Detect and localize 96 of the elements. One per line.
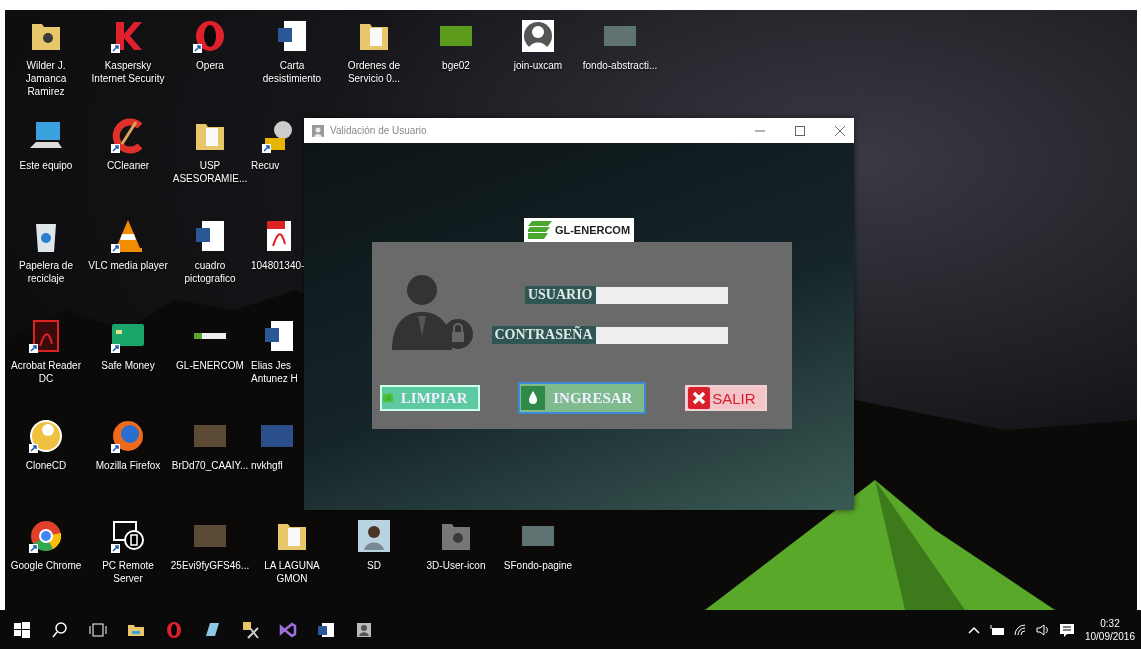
shortcut-label: Papelera de reciclaje bbox=[18, 259, 74, 285]
avatar-icon bbox=[356, 518, 392, 554]
close-icon[interactable] bbox=[834, 124, 846, 137]
drop-icon bbox=[521, 386, 546, 410]
shortcut-label: Acrobat Reader DC bbox=[9, 359, 82, 385]
desktop-shortcut[interactable]: Safe Money bbox=[87, 316, 169, 416]
clock-date: 10/09/2016 bbox=[1084, 629, 1135, 643]
desktop-shortcut[interactable]: nvkhgfl bbox=[251, 416, 307, 516]
clock-time: 0:32 bbox=[1100, 616, 1120, 630]
shortcut-label: VLC media player bbox=[88, 259, 168, 272]
logo-text: GL-ENERCOM bbox=[554, 224, 631, 236]
desktop-shortcut[interactable]: Ordenes de Servicio 0... bbox=[333, 16, 415, 116]
shortcut-label: Mozilla Firefox bbox=[94, 459, 162, 472]
maximize-icon[interactable] bbox=[794, 124, 806, 137]
field-label: CONTRASEÑA bbox=[491, 326, 596, 344]
firefox-icon bbox=[110, 418, 146, 454]
desktop-shortcut[interactable]: Opera bbox=[169, 16, 251, 116]
photo-placeholder bbox=[261, 425, 293, 447]
shortcut-label: LA LAGUNA GMON bbox=[263, 559, 321, 585]
desktop-shortcut[interactable]: PC Remote Server bbox=[87, 516, 169, 610]
shortcut-label: CloneCD bbox=[24, 459, 68, 472]
shortcut-label: join-uxcam bbox=[512, 59, 564, 72]
desktop-shortcut[interactable]: cuadro pictografico bbox=[169, 216, 251, 316]
shortcut-label: nvkhgfl bbox=[251, 459, 284, 472]
shortcut-label: Opera bbox=[195, 59, 225, 72]
shortcut-label: cuadro pictografico bbox=[183, 259, 237, 285]
remote-device-icon bbox=[110, 518, 146, 554]
desktop-shortcut[interactable]: LA LAGUNA GMON bbox=[251, 516, 333, 610]
desktop-shortcut[interactable]: Papelera de reciclaje bbox=[5, 216, 87, 316]
desktop-shortcut[interactable]: Acrobat Reader DC bbox=[5, 316, 87, 416]
shortcut-label: Safe Money bbox=[100, 359, 156, 372]
desktop-shortcut[interactable]: bge02 bbox=[415, 16, 497, 116]
desktop-shortcut[interactable]: SFondo-pagine bbox=[497, 516, 579, 610]
desktop-shortcut[interactable]: Este equipo bbox=[5, 116, 87, 216]
desktop-shortcut[interactable]: GL-ENERCOM bbox=[169, 316, 251, 416]
user-icon bbox=[312, 124, 324, 137]
shortcut-label: 104801340- bbox=[251, 259, 303, 272]
volume-icon[interactable] bbox=[1034, 622, 1051, 637]
desktop-shortcut[interactable]: Elias Jes Antunez H bbox=[251, 316, 307, 416]
close-x-icon bbox=[688, 387, 711, 409]
input-field[interactable] bbox=[595, 286, 728, 304]
shortcut-label: 3D-User-icon bbox=[425, 559, 487, 572]
desktop-shortcut[interactable]: Wilder J. Jamanca Ramirez bbox=[5, 16, 87, 116]
shortcut-label: Este equipo bbox=[18, 159, 74, 172]
desktop-shortcut[interactable]: Kaspersky Internet Security bbox=[87, 16, 169, 116]
window-title: Validación de Usuario bbox=[330, 125, 427, 136]
field-label: USUARIO bbox=[524, 286, 596, 304]
windows-start-icon[interactable] bbox=[12, 619, 32, 640]
search-icon[interactable] bbox=[50, 619, 70, 640]
shortcut-label: Elias Jes Antunez H bbox=[251, 359, 299, 385]
shortcut-label: Google Chrome bbox=[9, 559, 83, 572]
tools-icon[interactable] bbox=[240, 619, 260, 640]
image-thumbnail-icon bbox=[604, 26, 636, 46]
opera-icon[interactable] bbox=[164, 619, 184, 640]
photo-placeholder bbox=[194, 525, 226, 547]
battery-icon[interactable] bbox=[988, 622, 1005, 637]
shortcut-label: Ordenes de Servicio 0... bbox=[346, 59, 402, 85]
image-thumbnail-icon bbox=[440, 26, 472, 46]
desktop-shortcut[interactable]: VLC media player bbox=[87, 216, 169, 316]
desktop-shortcut[interactable]: CloneCD bbox=[5, 416, 87, 516]
desktop-shortcut[interactable]: 3D-User-icon bbox=[415, 516, 497, 610]
shortcut-label: bge02 bbox=[441, 59, 471, 72]
shortcut-label: Kaspersky Internet Security bbox=[90, 59, 166, 85]
desktop-shortcut[interactable]: Carta desistimiento bbox=[251, 16, 333, 116]
desktop-shortcut[interactable]: Mozilla Firefox bbox=[87, 416, 169, 516]
desktop-shortcut[interactable]: BrDd70_CAAIY... bbox=[169, 416, 251, 516]
chrome-icon bbox=[28, 518, 64, 554]
shortcut-label: CCleaner bbox=[105, 159, 151, 172]
shortcut-label: Recuv bbox=[251, 159, 281, 172]
logo-thumbnail-icon bbox=[194, 333, 226, 339]
desktop-shortcut[interactable]: 25Evi9fyGFS46... bbox=[169, 516, 251, 610]
desktop-shortcut[interactable]: join-uxcam bbox=[497, 16, 579, 116]
desktop-shortcut[interactable]: USP ASESORAMIE... bbox=[169, 116, 251, 216]
desktop-shortcut[interactable]: fondo-abstracti... bbox=[579, 16, 661, 116]
notification-icon[interactable] bbox=[1058, 621, 1075, 638]
wifi-icon[interactable] bbox=[1012, 622, 1027, 637]
shortcut-label: USP ASESORAMIE... bbox=[171, 159, 249, 185]
avatar-icon bbox=[520, 18, 556, 54]
shortcut-label: SFondo-pagine bbox=[502, 559, 574, 572]
photo-placeholder bbox=[194, 425, 226, 447]
shortcut-label: 25Evi9fyGFS46... bbox=[170, 559, 250, 572]
shortcut-label: SD bbox=[366, 559, 382, 572]
shortcut-label: GL-ENERCOM bbox=[175, 359, 245, 372]
stripes-icon bbox=[527, 220, 552, 240]
desktop-shortcut[interactable]: Recuv bbox=[251, 116, 307, 216]
input-field[interactable] bbox=[595, 326, 728, 344]
shortcut-label: PC Remote Server bbox=[101, 559, 155, 585]
shortcut-label: fondo-abstracti... bbox=[581, 59, 659, 72]
shortcut-label: Carta desistimiento bbox=[261, 59, 323, 85]
desktop-shortcut[interactable]: SD bbox=[333, 516, 415, 610]
shortcut-label: BrDd70_CAAIY... bbox=[170, 459, 250, 472]
desktop-shortcut[interactable]: 104801340- bbox=[251, 216, 307, 316]
shortcut-label: Wilder J. Jamanca Ramirez bbox=[24, 59, 68, 98]
desktop-shortcut[interactable]: CCleaner bbox=[87, 116, 169, 216]
image-thumbnail-icon bbox=[522, 526, 554, 546]
desktop-shortcut[interactable]: Google Chrome bbox=[5, 516, 87, 610]
